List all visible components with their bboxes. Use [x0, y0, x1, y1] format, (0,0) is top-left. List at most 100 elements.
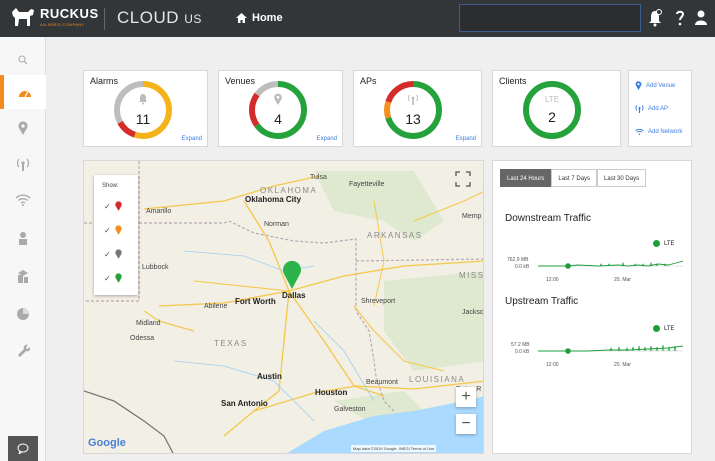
upstream-x-label: 20. Mar	[614, 362, 631, 368]
aps-expand-link[interactable]: Expand	[456, 136, 476, 142]
sidebar-item-reports[interactable]	[0, 297, 46, 331]
sidebar-item-admin[interactable]	[0, 333, 46, 367]
map-city-label: Beaumont	[366, 379, 398, 386]
filter-row-major[interactable]: ✓	[104, 225, 122, 235]
map-city-label: Dallas	[282, 291, 306, 300]
add-network-link[interactable]: Add Network	[635, 128, 682, 136]
product-name: CLOUD US	[117, 8, 202, 28]
google-logo: Google	[88, 437, 126, 449]
ruckus-logo[interactable]: RUCKUS AN ARRIS COMPANY	[10, 6, 99, 28]
fullscreen-icon[interactable]	[455, 171, 471, 187]
sidebar	[0, 37, 46, 461]
venue-map-marker[interactable]	[282, 259, 302, 289]
tab-last-7-days[interactable]: Last 7 Days	[551, 169, 598, 187]
filter-row-offline[interactable]: ✓	[104, 249, 122, 259]
clients-lte-label: LTE	[544, 95, 560, 104]
location-pin-icon	[18, 121, 28, 135]
map-city-label: Memp	[462, 213, 482, 220]
sidebar-item-dashboard[interactable]	[0, 75, 46, 109]
map-city-label: Galveston	[334, 406, 366, 413]
map-city-label: San Antonio	[221, 399, 268, 408]
upstream-x-label: 12:00	[546, 362, 559, 368]
add-network-label: Add Network	[648, 129, 683, 135]
aps-title: APs	[360, 76, 377, 86]
map-city-label: Midland	[136, 320, 161, 327]
map-filter-title: Show:	[102, 183, 119, 189]
map-city-label: Abilene	[204, 303, 228, 310]
home-icon	[236, 13, 247, 23]
filter-checkbox[interactable]: ✓	[104, 202, 111, 211]
location-pin-icon	[115, 201, 122, 211]
zoom-out-button[interactable]: −	[456, 414, 476, 434]
home-label: Home	[252, 12, 283, 24]
map-city-label: Austin	[257, 372, 282, 381]
filter-row-critical[interactable]: ✓	[104, 201, 122, 211]
filter-checkbox[interactable]: ✓	[104, 274, 111, 283]
layers-icon	[18, 270, 28, 283]
chat-button[interactable]	[8, 436, 38, 461]
map-city-label: Houston	[315, 388, 348, 397]
map-state-label: MISS	[459, 271, 484, 280]
notification-bell-icon[interactable]	[648, 9, 662, 27]
sidebar-item-users[interactable]	[0, 221, 46, 255]
venues-map[interactable]: OKLAHOMA ARKANSAS TEXAS LOUISIANA MISS T…	[83, 160, 484, 454]
upstream-max-label: 57.2 MB	[511, 342, 530, 348]
alarms-expand-link[interactable]: Expand	[182, 136, 202, 142]
chat-icon	[17, 443, 29, 454]
map-state-label: TEXAS	[214, 339, 248, 348]
user-icon	[19, 232, 27, 245]
upstream-legend[interactable]: LTE	[653, 325, 675, 332]
user-account-icon[interactable]	[695, 9, 707, 27]
clients-card: Clients LTE 2	[492, 70, 621, 147]
add-venue-link[interactable]: Add Venue	[635, 81, 675, 90]
map-attribution[interactable]: Map data ©2019 Google, INEGI Terms of Us…	[351, 445, 437, 452]
legend-label: LTE	[664, 325, 675, 332]
access-point-icon	[16, 158, 30, 171]
top-bar: RUCKUS AN ARRIS COMPANY CLOUD US Home	[0, 0, 715, 37]
add-ap-label: Add AP	[648, 105, 669, 112]
zoom-in-button[interactable]: +	[456, 387, 476, 407]
time-range-tabs: Last 24 Hours Last 7 Days Last 30 Days	[500, 169, 647, 187]
filter-row-ok[interactable]: ✓	[104, 273, 122, 283]
tab-last-30-days[interactable]: Last 30 Days	[597, 169, 647, 187]
sidebar-item-services[interactable]	[0, 259, 46, 293]
alarms-count: 11	[135, 111, 151, 127]
location-pin-icon	[274, 93, 282, 105]
add-venue-label: Add Venue	[646, 82, 676, 89]
map-city-label: Tulsa	[310, 174, 327, 181]
map-city-label: Norman	[264, 221, 289, 228]
map-city-label: Amarillo	[146, 208, 172, 215]
sidebar-item-venues[interactable]	[0, 111, 46, 145]
sidebar-item-aps[interactable]	[0, 147, 46, 181]
upstream-min-label: 0.0 kB	[515, 349, 530, 355]
upstream-sparkline	[538, 344, 683, 354]
help-icon[interactable]	[675, 9, 685, 27]
map-state-label: ARKANSAS	[367, 231, 423, 240]
wifi-icon	[635, 128, 644, 135]
wifi-icon	[15, 194, 31, 206]
wrench-icon	[18, 344, 30, 357]
downstream-max-label: 762.9 MB	[507, 257, 529, 263]
location-pin-icon	[115, 225, 122, 235]
home-nav[interactable]: Home	[236, 12, 283, 24]
map-city-label: Oklahoma City	[245, 195, 302, 204]
traffic-panel: Last 24 Hours Last 7 Days Last 30 Days D…	[492, 160, 692, 454]
add-ap-link[interactable]: Add AP	[635, 104, 668, 113]
map-state-label: LOUISIANA	[409, 375, 466, 384]
map-city-label: Odessa	[130, 335, 155, 342]
downstream-legend[interactable]: LTE	[653, 240, 675, 247]
filter-checkbox[interactable]: ✓	[104, 226, 111, 235]
venues-expand-link[interactable]: Expand	[317, 136, 337, 142]
region-label: US	[184, 12, 202, 26]
map-city-label: Fort Worth	[235, 297, 276, 306]
header-divider	[104, 8, 105, 30]
global-search-input[interactable]	[459, 4, 641, 32]
sidebar-item-search[interactable]	[0, 43, 46, 77]
filter-checkbox[interactable]: ✓	[104, 250, 111, 259]
downstream-title: Downstream Traffic	[505, 213, 591, 224]
tab-last-24-hours[interactable]: Last 24 Hours	[500, 169, 552, 187]
search-icon	[18, 55, 28, 65]
quick-links-card: Add Venue Add AP Add Network	[628, 70, 692, 147]
sidebar-item-networks[interactable]	[0, 183, 46, 217]
dog-logo-icon	[12, 8, 34, 26]
